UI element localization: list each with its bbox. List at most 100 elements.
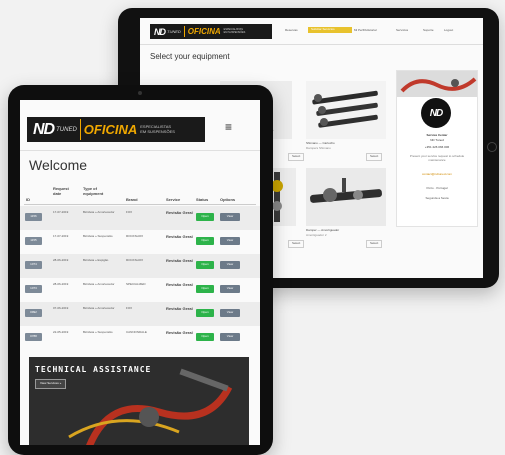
row-service: Revisão Geral bbox=[166, 234, 193, 239]
front-header-divider bbox=[20, 150, 260, 151]
back-nav-4[interactable]: Soporte bbox=[423, 28, 434, 33]
col-header-date: Request date bbox=[53, 186, 69, 197]
row-brand: ROCKSHOX bbox=[126, 234, 144, 238]
back-card-2-select-button[interactable]: Select bbox=[366, 153, 383, 161]
back-sidebar-avatar: ND bbox=[421, 98, 451, 128]
col-header-id: ID bbox=[26, 197, 30, 202]
row-service: Revisão Geral bbox=[166, 258, 193, 263]
view-services-button[interactable]: View Services » bbox=[35, 379, 67, 389]
table-row: 0788 22-05-2019 Bicicleta » Suspensão CANNO… bbox=[20, 326, 260, 350]
row-id-badge[interactable]: 0992 bbox=[25, 309, 42, 317]
back-logo-sub2: EM SUSPENSÕES bbox=[223, 30, 246, 34]
row-brand: FOX bbox=[126, 306, 133, 310]
col-header-type: Type of equipment bbox=[83, 186, 104, 197]
row-type: Bicicleta » Suspensão bbox=[83, 330, 113, 334]
row-date: 17-07-2019 bbox=[53, 210, 69, 214]
back-logo[interactable]: ND TUNED OFICINA ESPECIALISTAS EM SUSPEN… bbox=[150, 24, 272, 39]
row-date: 28-06-2019 bbox=[53, 282, 69, 286]
front-tablet-screen: ND TUNED OFICINA ESPECIALISTAS EM SUSPEN… bbox=[20, 100, 260, 445]
back-sidebar-image bbox=[397, 71, 477, 97]
back-nav-5[interactable]: Logout bbox=[444, 28, 453, 33]
front-logo-sub2: EM SUSPENSÕES bbox=[140, 128, 175, 134]
back-nav-0[interactable]: Reservas bbox=[285, 28, 298, 33]
row-view-button[interactable]: View bbox=[220, 333, 240, 341]
back-card-3-select-button[interactable]: Select bbox=[288, 240, 305, 248]
banner-title: TECHNICAL ASSISTANCE bbox=[35, 365, 152, 374]
back-card-4-select-button[interactable]: Select bbox=[366, 240, 383, 248]
back-sidebar-avatar-logo: ND bbox=[429, 107, 443, 119]
table-row: 0992 07-06-2019 Bicicleta » Amortecedor FOX… bbox=[20, 302, 260, 326]
table-header-divider bbox=[24, 204, 256, 205]
table-row: 1074 28-06-2019 Bicicleta » Espigão ROCKSHO… bbox=[20, 254, 260, 278]
row-id-badge[interactable]: 1156 bbox=[25, 213, 42, 221]
col-header-options: Options bbox=[220, 197, 236, 202]
back-nav-2[interactable]: Mi Perfil/Historial bbox=[354, 28, 377, 33]
back-sidebar-hours: Segunda a Sexta bbox=[425, 196, 449, 200]
row-type: Bicicleta » Suspensão bbox=[83, 234, 113, 238]
row-status-badge[interactable]: Open bbox=[196, 285, 214, 293]
back-sidebar-link[interactable]: contact@ndtuned.com bbox=[397, 172, 477, 177]
row-date: 28-06-2019 bbox=[53, 258, 69, 262]
row-status-badge[interactable]: Open bbox=[196, 213, 214, 221]
row-view-button[interactable]: View bbox=[220, 237, 240, 245]
front-logo-nd: ND bbox=[33, 120, 55, 138]
technical-assistance-banner: TECHNICAL ASSISTANCE View Services » bbox=[29, 357, 249, 445]
back-sidebar-subtitle: ND Tuned bbox=[430, 138, 444, 142]
row-date: 22-05-2019 bbox=[53, 330, 69, 334]
front-logo[interactable]: ND TUNED OFICINA ESPECIALISTAS EM SUSPEN… bbox=[27, 117, 205, 142]
back-card-2-image[interactable] bbox=[306, 81, 386, 139]
row-type: Bicicleta » Amortecedor bbox=[83, 210, 115, 214]
back-page-heading: Select your equipment bbox=[150, 52, 230, 61]
col-header-service: Service bbox=[166, 197, 181, 202]
back-tablet-home-button bbox=[487, 142, 497, 152]
back-sidebar-desc: Present your service request to schedule… bbox=[409, 154, 465, 162]
row-brand: CANNONDALE bbox=[126, 330, 147, 334]
row-status-badge[interactable]: Open bbox=[196, 333, 214, 341]
back-nav-3[interactable]: Servicios bbox=[396, 28, 408, 33]
row-service: Revisão Geral bbox=[166, 210, 193, 215]
row-type: Bicicleta » Espigão bbox=[83, 258, 109, 262]
row-view-button[interactable]: View bbox=[220, 261, 240, 269]
row-id-badge[interactable]: 0788 bbox=[25, 333, 42, 341]
row-view-button[interactable]: View bbox=[220, 213, 240, 221]
col-header-status: Status bbox=[196, 197, 209, 202]
row-service: Revisão Geral bbox=[166, 330, 193, 335]
row-service: Revisão Geral bbox=[166, 306, 193, 311]
front-tablet-camera bbox=[138, 91, 142, 95]
row-status-badge[interactable]: Open bbox=[196, 237, 214, 245]
col-header-brand: Brand bbox=[126, 197, 138, 202]
row-status-badge[interactable]: Open bbox=[196, 261, 214, 269]
row-id-badge[interactable]: 1073 bbox=[25, 285, 42, 293]
row-view-button[interactable]: View bbox=[220, 309, 240, 317]
back-sidebar-addr: Porto · Portugal bbox=[426, 186, 448, 190]
menu-icon[interactable]: ≡ bbox=[225, 120, 232, 134]
back-header-divider bbox=[140, 44, 483, 45]
page-title: Welcome bbox=[29, 157, 88, 173]
row-view-button[interactable]: View bbox=[220, 285, 240, 293]
front-logo-oficina: OFICINA bbox=[83, 122, 138, 137]
row-service: Revisão Geral bbox=[166, 282, 193, 287]
front-logo-tuned: TUNED bbox=[56, 126, 77, 133]
row-brand: ROCKSHOX bbox=[126, 258, 144, 262]
row-date: 17-07-2019 bbox=[53, 234, 69, 238]
table-row: 1155 17-07-2019 Bicicleta » Suspensão ROCKS… bbox=[20, 230, 260, 254]
row-status-badge[interactable]: Open bbox=[196, 309, 214, 317]
back-sidebar: ND Service Center ND Tuned +351 226 066 … bbox=[396, 70, 478, 227]
back-card-4-sub: Amortiguador 2 bbox=[306, 233, 327, 237]
row-brand: SPECIALIZED bbox=[126, 282, 146, 286]
row-brand: FOX bbox=[126, 210, 133, 214]
back-nav-1[interactable]: Solicitar Servicios bbox=[308, 27, 352, 33]
back-logo-nd: ND bbox=[154, 26, 166, 37]
back-logo-oficina: OFICINA bbox=[187, 27, 221, 36]
back-card-4-image[interactable] bbox=[306, 168, 386, 226]
row-type: Bicicleta » Amortecedor bbox=[83, 282, 115, 286]
row-id-badge[interactable]: 1074 bbox=[25, 261, 42, 269]
back-card-1-select-button[interactable]: Select bbox=[288, 153, 305, 161]
row-type: Bicicleta » Amortecedor bbox=[83, 306, 115, 310]
back-logo-tuned: TUNED bbox=[167, 29, 181, 34]
row-id-badge[interactable]: 1155 bbox=[25, 237, 42, 245]
table-row: 1073 28-06-2019 Bicicleta » Amortecedor SPE… bbox=[20, 278, 260, 302]
row-date: 07-06-2019 bbox=[53, 306, 69, 310]
back-sidebar-phone[interactable]: +351 226 066 006 bbox=[397, 145, 477, 150]
back-card-2-sub: Dampers Shimano bbox=[306, 146, 331, 150]
